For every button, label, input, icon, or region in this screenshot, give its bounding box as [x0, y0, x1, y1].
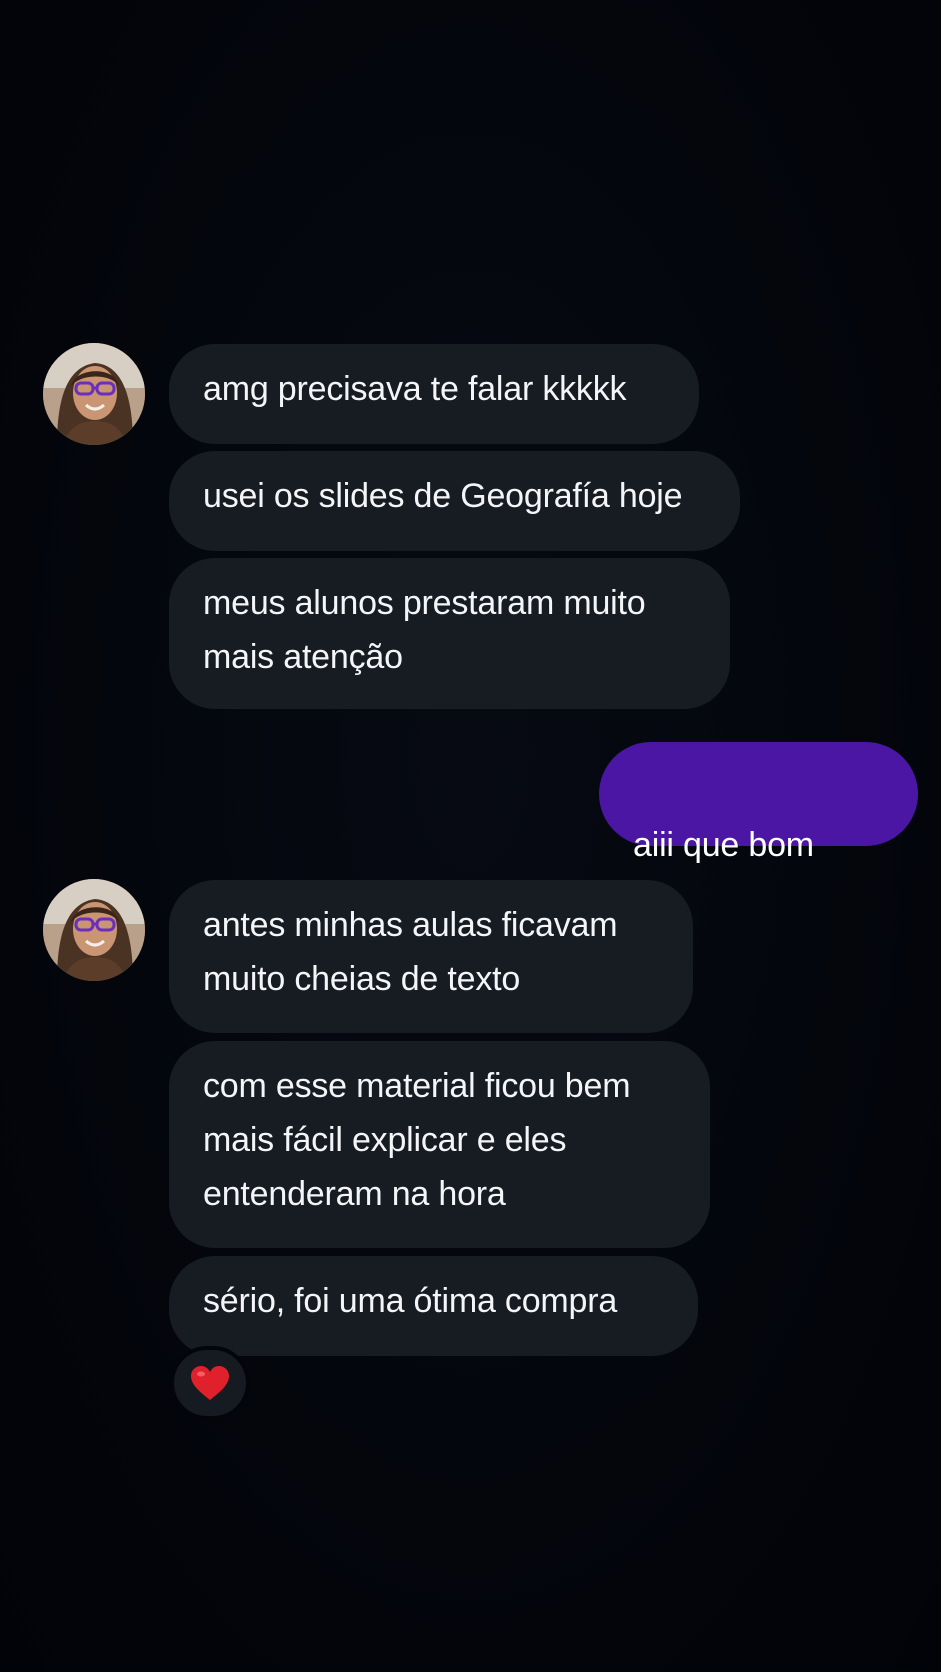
contact-avatar[interactable]: [43, 343, 145, 445]
received-message[interactable]: sério, foi uma ótima compra: [169, 1256, 698, 1356]
sent-message[interactable]: aiii que bom 😭: [599, 742, 918, 917]
received-message[interactable]: amg precisava te falar kkkkk: [169, 344, 699, 444]
red-heart-icon: [191, 1366, 229, 1400]
chat-screen: amg precisava te falar kkkkk usei os sli…: [0, 0, 941, 1672]
avatar-photo: [43, 879, 145, 981]
received-message[interactable]: antes minhas aulas ficavam muito cheias …: [169, 880, 693, 1033]
received-message[interactable]: meus alunos prestaram muito mais atenção: [169, 558, 730, 709]
received-message[interactable]: usei os slides de Geografía hoje: [169, 451, 740, 551]
received-message[interactable]: com esse material ficou bem mais fácil e…: [169, 1041, 710, 1248]
message-reaction[interactable]: [170, 1346, 250, 1420]
sent-message-text: aiii que bom: [633, 826, 814, 864]
contact-avatar[interactable]: [43, 879, 145, 981]
avatar-photo: [43, 343, 145, 445]
